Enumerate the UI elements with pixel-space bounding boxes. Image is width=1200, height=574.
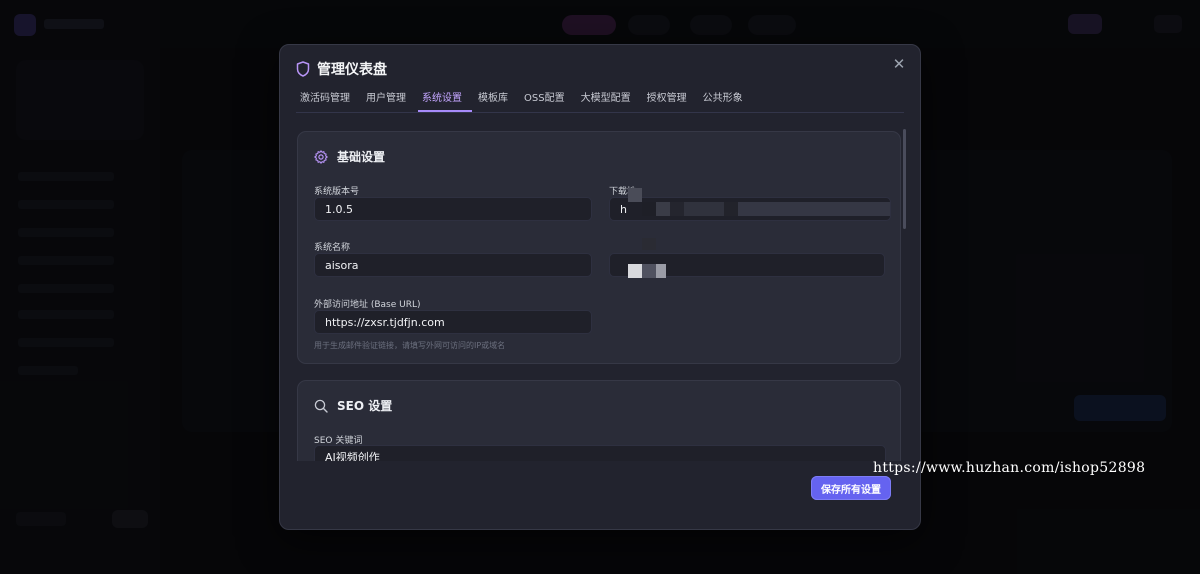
base-url-label: 外部访问地址 (Base URL) — [314, 300, 421, 310]
name-label: 系统名称 — [314, 243, 351, 253]
tab-system-settings[interactable]: 系统设置 — [418, 91, 472, 112]
shield-icon — [296, 61, 310, 77]
tab-oss-config[interactable]: OSS配置 — [520, 91, 575, 112]
seo-settings-title: SEO 设置 — [337, 399, 393, 413]
tab-activation-codes[interactable]: 激活码管理 — [296, 91, 360, 112]
basic-settings-title: 基础设置 — [337, 150, 386, 164]
version-input[interactable] — [314, 197, 592, 221]
base-url-hint: 用于生成邮件验证链接，请填写外网可访问的IP或域名 — [314, 341, 506, 350]
basic-settings-header: 基础设置 — [314, 148, 385, 165]
settings-scrollbar[interactable] — [903, 129, 906, 229]
tab-license[interactable]: 授权管理 — [643, 91, 697, 112]
gear-icon — [314, 149, 328, 164]
watermark-text: https://www.huzhan.com/ishop52898 — [873, 460, 1146, 476]
system-name-input[interactable] — [314, 253, 592, 277]
tab-public-avatar[interactable]: 公共形象 — [699, 91, 753, 112]
settings-scroll-area[interactable]: 基础设置 系统版本号 下载地 系统名称 外部访问地址 (Base URL) 用于… — [297, 131, 903, 461]
save-all-settings-button[interactable]: 保存所有设置 — [811, 476, 891, 500]
tab-users[interactable]: 用户管理 — [362, 91, 416, 112]
base-url-input[interactable] — [314, 310, 592, 334]
modal-header: 管理仪表盘 — [296, 59, 387, 79]
admin-dashboard-modal: 管理仪表盘 ✕ 激活码管理 用户管理 系统设置 模板库 OSS配置 大模型配置 … — [279, 44, 921, 530]
seo-settings-header: SEO 设置 — [314, 397, 392, 414]
basic-settings-card: 基础设置 系统版本号 下载地 系统名称 外部访问地址 (Base URL) 用于… — [297, 131, 901, 364]
search-icon — [314, 399, 328, 413]
seo-settings-card: SEO 设置 SEO 关键词 — [297, 380, 901, 461]
modal-title: 管理仪表盘 — [317, 62, 387, 78]
tab-llm-config[interactable]: 大模型配置 — [577, 91, 641, 112]
redaction-mosaic — [628, 188, 890, 278]
tab-bar: 激活码管理 用户管理 系统设置 模板库 OSS配置 大模型配置 授权管理 公共形… — [296, 91, 904, 113]
seo-keywords-input[interactable] — [314, 445, 886, 461]
version-label: 系统版本号 — [314, 187, 360, 197]
close-icon[interactable]: ✕ — [890, 55, 908, 73]
tab-templates[interactable]: 模板库 — [474, 91, 518, 112]
